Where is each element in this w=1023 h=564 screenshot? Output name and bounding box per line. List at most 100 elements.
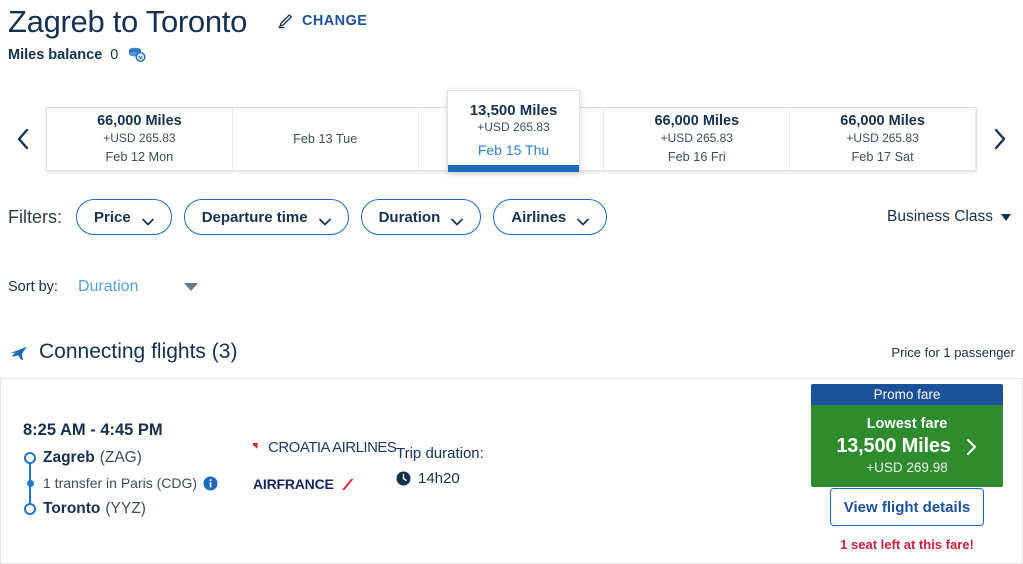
results-section-title: Connecting flights (3) <box>39 340 238 363</box>
transfer-marker-icon <box>26 479 34 487</box>
day-miles: 66,000 Miles <box>97 112 182 129</box>
page-header: Zagreb to Toronto CHANGE Miles balance 0 <box>0 0 1023 63</box>
destination-city: Toronto <box>43 499 101 517</box>
destination-marker-icon <box>24 502 36 515</box>
airline-logos: CROATIA AIRLINES AIRFRANCE <box>253 439 397 492</box>
day-usd: +USD 265.83 <box>660 130 733 145</box>
day-date: Feb 16 Fri <box>667 149 726 164</box>
croatia-airlines-logo: CROATIA AIRLINES <box>253 439 397 456</box>
chevron-down-icon <box>318 213 331 226</box>
origin-city: Zagreb <box>43 448 95 466</box>
air-france-name: AIRFRANCE <box>253 476 334 492</box>
origin-marker-icon <box>24 451 36 464</box>
day-miles: 66,000 Miles <box>654 112 740 129</box>
filter-duration-button[interactable]: Duration <box>360 199 482 235</box>
view-flight-details-button[interactable]: View flight details <box>830 488 984 526</box>
air-france-stripe-icon <box>338 478 354 491</box>
fare-miles-value: 13,500 Miles <box>836 435 951 457</box>
page-title: Zagreb to Toronto <box>8 4 248 39</box>
results-section-header: Connecting flights (3) Price for 1 passe… <box>8 340 1015 364</box>
filter-label: Departure time <box>201 208 308 226</box>
carousel-track: 66,000 Miles +USD 265.83 Feb 12 Mon Feb … <box>46 90 977 172</box>
day-date: Feb 15 Thu <box>477 142 550 158</box>
clock-icon <box>396 471 411 486</box>
flight-result-card[interactable]: 8:25 AM - 4:45 PM Zagreb (ZAG) 1 transfe… <box>0 378 1023 564</box>
chevron-right-icon <box>965 438 978 456</box>
cabin-class-selector[interactable]: Business Class <box>887 208 1015 226</box>
flight-times: 8:25 AM - 4:45 PM <box>23 421 163 439</box>
change-search-button[interactable]: CHANGE <box>277 12 367 30</box>
route-transfer: 1 transfer in Paris (CDG) <box>23 470 283 496</box>
filter-label: Price <box>94 208 131 226</box>
filter-airlines-button[interactable]: Airlines <box>493 199 608 235</box>
miles-balance-label: Miles balance <box>8 46 103 63</box>
chevron-left-icon <box>17 128 29 150</box>
carousel-day-cell[interactable]: 66,000 Miles +USD 265.83 Feb 17 Sat <box>790 108 976 170</box>
day-date: Feb 13 Tue <box>293 131 358 146</box>
date-carousel: 66,000 Miles +USD 265.83 Feb 12 Mon Feb … <box>0 90 1023 183</box>
day-usd: +USD 265.83 <box>103 130 176 145</box>
cabin-class-label: Business Class <box>887 208 993 225</box>
trip-duration: Trip duration: 14h20 <box>396 445 484 487</box>
chevron-down-icon <box>451 213 464 226</box>
filter-label: Airlines <box>511 208 567 226</box>
carousel-day-cell[interactable]: Feb 13 Tue <box>233 108 419 170</box>
filters-label: Filters: <box>8 206 62 227</box>
selected-day-indicator <box>448 165 579 172</box>
chevron-right-icon <box>994 128 1006 150</box>
day-date: Feb 12 Mon <box>105 149 174 164</box>
day-date: Feb 17 Sat <box>851 149 914 164</box>
plane-icon <box>8 342 29 363</box>
destination-code: (YYZ) <box>105 499 146 517</box>
miles-coins-icon: M <box>126 46 147 63</box>
seats-left-warning: 1 seat left at this fare! <box>840 537 974 552</box>
sort-by-value[interactable]: Duration <box>78 278 138 296</box>
price-passenger-note: Price for 1 passenger <box>891 344 1015 360</box>
svg-text:M: M <box>139 55 144 61</box>
trip-duration-label: Trip duration: <box>396 445 484 462</box>
route-origin: Zagreb (ZAG) <box>23 445 283 470</box>
day-usd: +USD 265.83 <box>477 120 550 134</box>
trip-duration-value-row: 14h20 <box>396 470 484 487</box>
info-icon[interactable] <box>203 476 218 491</box>
title-row: Zagreb to Toronto CHANGE <box>8 0 1015 42</box>
promo-fare-badge: Promo fare <box>811 384 1003 405</box>
transfer-text: 1 transfer in Paris (CDG) <box>43 475 198 491</box>
carousel-day-cell-selected[interactable]: 13,500 Miles +USD 265.83 Feb 15 Thu <box>447 90 580 172</box>
trip-duration-value: 14h20 <box>418 470 460 487</box>
filter-label: Duration <box>378 208 441 226</box>
change-label: CHANGE <box>302 13 368 29</box>
chevron-down-icon <box>141 213 154 226</box>
pencil-icon <box>277 12 295 30</box>
air-france-logo: AIRFRANCE <box>253 476 396 492</box>
carousel-day-cell[interactable]: 66,000 Miles +USD 265.83 Feb 12 Mon <box>47 108 233 170</box>
day-miles: 66,000 Miles <box>840 112 925 129</box>
day-miles: 13,500 Miles <box>469 102 558 119</box>
carousel-prev-button[interactable] <box>0 95 46 183</box>
day-usd: +USD 265.83 <box>846 130 919 145</box>
fare-miles-row: 13,500 Miles <box>811 435 1003 458</box>
fare-body: Lowest fare 13,500 Miles +USD 269.98 <box>811 405 1003 487</box>
caret-down-icon <box>1001 213 1011 221</box>
fare-box[interactable]: Promo fare Lowest fare 13,500 Miles +USD… <box>811 384 1003 487</box>
filter-departure-time-button[interactable]: Departure time <box>183 199 349 235</box>
flight-results-page: Zagreb to Toronto CHANGE Miles balance 0 <box>0 0 1023 564</box>
lowest-fare-label: Lowest fare <box>866 416 948 432</box>
carousel-day-cell[interactable]: 66,000 Miles +USD 265.83 Feb 16 Fri <box>604 108 791 170</box>
croatia-airlines-name: CROATIA AIRLINES <box>268 439 397 456</box>
chevron-down-icon <box>577 213 590 226</box>
origin-code: (ZAG) <box>99 448 142 466</box>
sort-row: Sort by: Duration <box>8 278 199 296</box>
sort-by-label: Sort by: <box>8 279 58 295</box>
croatia-checker-icon <box>253 441 267 454</box>
filter-price-button[interactable]: Price <box>76 199 172 235</box>
filters-row: Filters: Price Departure time Duration A… <box>8 199 1015 235</box>
view-flight-details-label: View flight details <box>843 498 971 516</box>
carousel-next-button[interactable] <box>977 95 1023 183</box>
miles-balance-value: 0 <box>110 46 119 63</box>
flight-route: Zagreb (ZAG) 1 transfer in Paris (CDG) T… <box>23 445 283 521</box>
miles-balance-row: Miles balance 0 M <box>8 46 1015 63</box>
caret-down-icon[interactable] <box>184 283 199 291</box>
fare-usd-value: +USD 269.98 <box>866 460 948 475</box>
route-destination: Toronto (YYZ) <box>23 496 283 521</box>
